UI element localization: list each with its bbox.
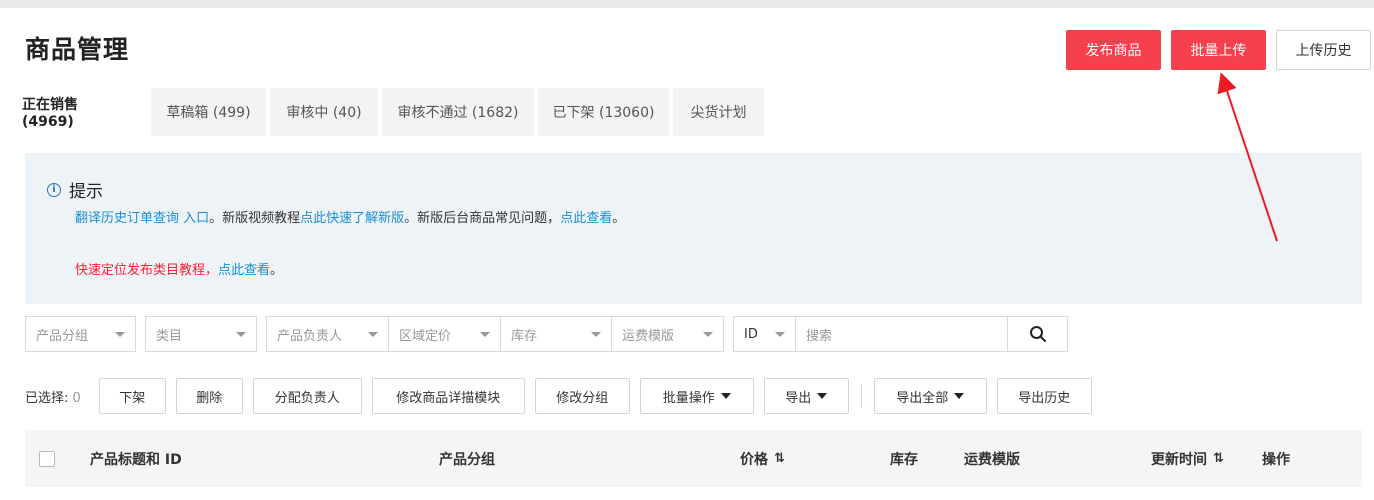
notice-line-2: 快速定位发布类目教程，点此查看。 <box>75 259 283 278</box>
batch-upload-button[interactable]: 批量上传 <box>1171 30 1266 70</box>
delete-button[interactable]: 删除 <box>175 378 243 414</box>
chevron-down-icon <box>368 331 378 337</box>
page-title: 商品管理 <box>25 35 130 64</box>
inventory-select[interactable]: 库存 <box>500 316 612 352</box>
notice-title: 提示 <box>69 182 103 202</box>
translate-history-link[interactable]: 翻译历史订单查询 入口 <box>75 211 209 226</box>
sort-icon: ⇅ <box>774 451 785 466</box>
tab-under-review[interactable]: 审核中 (40) <box>270 88 378 136</box>
select-all-checkbox[interactable] <box>39 451 55 467</box>
selected-count: 已选择: 0 <box>25 387 81 406</box>
video-tutorial-link[interactable]: 点此快速了解新版 <box>300 211 404 226</box>
chevron-down-icon <box>703 331 713 337</box>
notice-text: 。新版视频教程 <box>209 211 301 226</box>
selected-label: 已选择: <box>25 390 69 406</box>
table-header: 产品标题和 ID 产品分组 价格 ⇅ 库存 运费模版 更新时间 ⇅ 操作 <box>25 430 1362 487</box>
column-label: 更新时间 <box>1151 451 1207 468</box>
column-price[interactable]: 价格 ⇅ <box>740 430 785 487</box>
dropdown-label: 导出 <box>785 390 812 406</box>
column-label: 价格 <box>740 451 768 468</box>
selected-number: 0 <box>72 390 81 406</box>
search-input[interactable]: 搜索 <box>796 316 1008 352</box>
edit-detail-module-button[interactable]: 修改商品详描模块 <box>371 378 525 414</box>
tab-drafts[interactable]: 草稿箱 (499) <box>151 88 266 136</box>
sort-icon: ⇅ <box>1213 451 1224 466</box>
select-label: 产品分组 <box>36 328 89 344</box>
shipping-template-select[interactable]: 运费模版 <box>611 316 724 352</box>
chevron-down-icon <box>480 331 490 337</box>
export-history-button[interactable]: 导出历史 <box>996 378 1092 414</box>
tab-review-failed[interactable]: 审核不通过 (1682) <box>382 88 534 136</box>
category-tutorial-link[interactable]: 点此查看 <box>218 263 270 278</box>
publish-product-button[interactable]: 发布商品 <box>1066 30 1161 70</box>
search-button[interactable] <box>1008 316 1068 352</box>
divider <box>860 384 862 408</box>
notice-text: 。 <box>612 211 626 226</box>
caret-down-icon <box>720 393 731 399</box>
select-label: 类目 <box>156 328 183 344</box>
column-operation: 操作 <box>1262 451 1290 468</box>
faq-link[interactable]: 点此查看 <box>560 211 612 226</box>
dropdown-label: 导出全部 <box>896 390 949 406</box>
column-updated[interactable]: 更新时间 ⇅ <box>1151 430 1224 487</box>
status-tabs: 正在销售 (4969) 草稿箱 (499) 审核中 (40) 审核不通过 (16… <box>8 88 768 136</box>
export-dropdown[interactable]: 导出 <box>763 378 849 414</box>
search-field-select[interactable]: ID <box>733 316 796 352</box>
owner-select[interactable]: 产品负责人 <box>266 316 389 352</box>
chevron-down-icon <box>115 331 125 337</box>
caret-down-icon <box>954 393 965 399</box>
tab-on-sale[interactable]: 正在销售 (4969) <box>8 88 147 136</box>
select-label: ID <box>744 326 758 342</box>
notice-line-1: 翻译历史订单查询 入口。新版视频教程点此快速了解新版。新版后台商品常见问题，点此… <box>75 207 625 226</box>
notice-header: i 提示 <box>47 177 103 202</box>
search-icon <box>1029 326 1046 342</box>
assign-owner-button[interactable]: 分配负责人 <box>252 378 362 414</box>
caret-down-icon <box>817 393 828 399</box>
product-group-select[interactable]: 产品分组 <box>25 316 136 352</box>
select-label: 运费模版 <box>622 328 675 344</box>
select-label: 区域定价 <box>399 328 452 344</box>
tab-hot-plan[interactable]: 尖货计划 <box>673 88 764 136</box>
export-all-dropdown[interactable]: 导出全部 <box>873 378 987 414</box>
dropdown-label: 批量操作 <box>662 390 715 406</box>
select-label: 产品负责人 <box>277 328 343 344</box>
regional-price-select[interactable]: 区域定价 <box>388 316 501 352</box>
chevron-down-icon <box>775 331 785 337</box>
column-shipping: 运费模版 <box>964 451 1020 468</box>
batch-operations-dropdown[interactable]: 批量操作 <box>639 378 754 414</box>
filter-bar: 产品分组 类目 产品负责人 区域定价 库存 运费模版 ID 搜索 <box>25 316 1068 352</box>
category-select[interactable]: 类目 <box>145 316 257 352</box>
notice-text: 。新版后台商品常见问题， <box>404 211 561 226</box>
edit-group-button[interactable]: 修改分组 <box>534 378 630 414</box>
notice-panel: i 提示 翻译历史订单查询 入口。新版视频教程点此快速了解新版。新版后台商品常见… <box>25 153 1362 304</box>
category-tutorial-text: 快速定位发布类目教程， <box>75 263 219 278</box>
column-title-id: 产品标题和 ID <box>90 451 182 468</box>
delist-button[interactable]: 下架 <box>98 378 166 414</box>
info-icon: i <box>47 182 61 197</box>
column-group: 产品分组 <box>439 451 495 468</box>
action-bar: 已选择: 0 下架 删除 分配负责人 修改商品详描模块 修改分组 批量操作 导出… <box>25 378 1102 414</box>
select-label: 库存 <box>511 328 538 344</box>
top-bar <box>0 0 1374 8</box>
notice-text: 。 <box>270 263 284 278</box>
tab-delisted[interactable]: 已下架 (13060) <box>538 88 669 136</box>
chevron-down-icon <box>236 331 246 337</box>
upload-history-button[interactable]: 上传历史 <box>1276 30 1371 70</box>
chevron-down-icon <box>591 331 601 337</box>
column-inventory: 库存 <box>890 451 918 468</box>
